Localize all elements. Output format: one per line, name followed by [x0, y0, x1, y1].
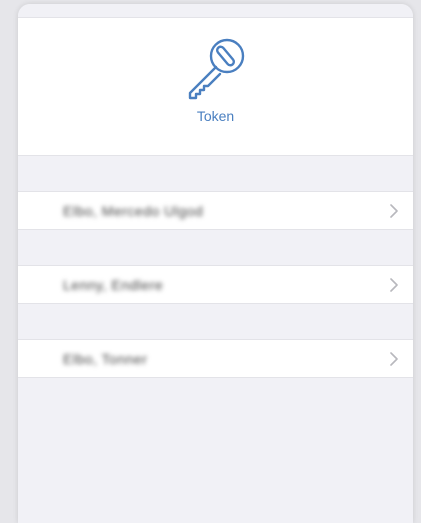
account-row-1[interactable]: Elbo, Mercedo Ulgod	[18, 191, 413, 230]
chevron-right-icon	[390, 204, 398, 218]
account-name: Elbo, Tonner	[63, 351, 148, 367]
top-strip	[18, 4, 413, 18]
section-spacer	[18, 304, 413, 339]
account-name: Lenny, Endlere	[63, 277, 164, 293]
token-sheet: Token Elbo, Mercedo Ulgod Lenny, Endlere…	[18, 4, 413, 523]
token-label: Token	[196, 108, 235, 124]
section-spacer	[18, 156, 413, 191]
section-spacer	[18, 230, 413, 265]
key-icon	[188, 38, 245, 100]
token-header: Token	[18, 18, 413, 156]
chevron-right-icon	[390, 352, 398, 366]
chevron-right-icon	[390, 278, 398, 292]
account-name: Elbo, Mercedo Ulgod	[63, 203, 204, 219]
account-row-2[interactable]: Lenny, Endlere	[18, 265, 413, 304]
account-row-3[interactable]: Elbo, Tonner	[18, 339, 413, 378]
